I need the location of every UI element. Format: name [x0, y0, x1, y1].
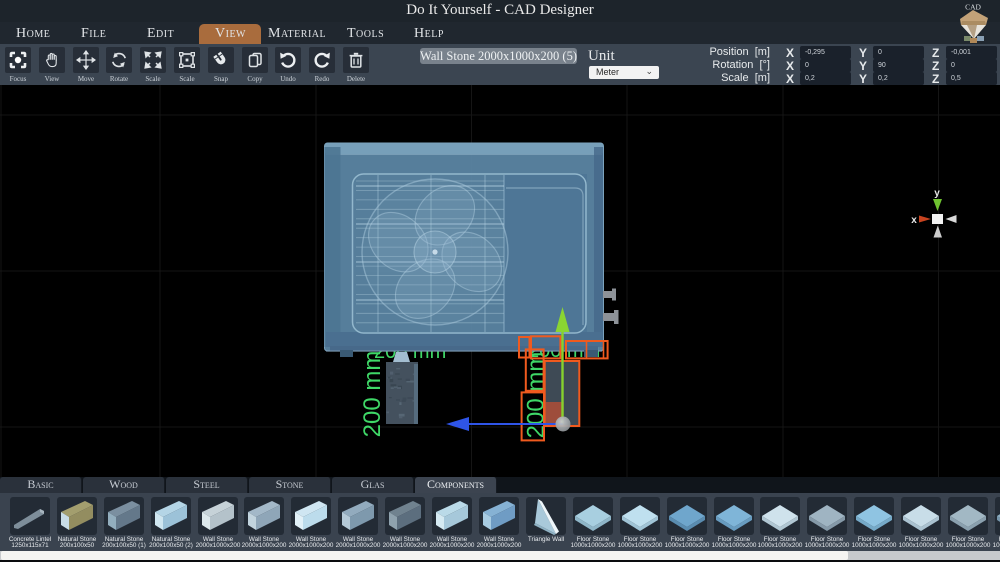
svg-text:200 mm: 200 mm	[359, 351, 386, 438]
svg-text:CAD: CAD	[965, 3, 981, 12]
svg-text:x: x	[911, 215, 917, 226]
svg-text:y: y	[934, 188, 940, 199]
